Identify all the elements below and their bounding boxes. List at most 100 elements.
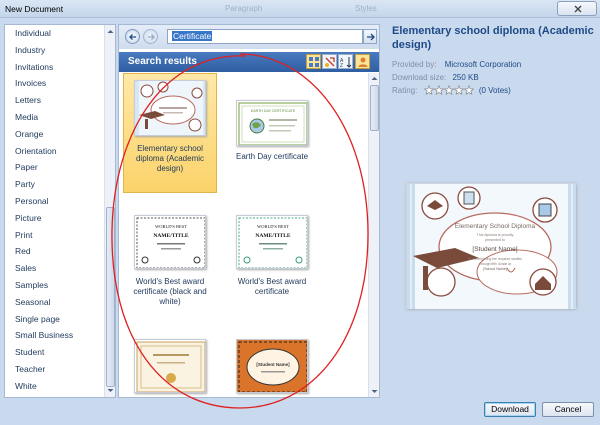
arrow-right-icon [148,34,155,40]
sidebar-item-party[interactable]: Party [5,176,105,193]
category-panel: Individual Industry Invitations Invoices Let… [4,24,116,398]
window-title: New Document [5,4,64,14]
earth-day-thumbnail-graphic: EARTH DAY CERTIFICATE [238,102,307,145]
sidebar-item-samples[interactable]: Samples [5,277,105,294]
title-bar: New Document Paragraph Styles [0,0,600,18]
template-tile-certificate-6[interactable]: [Student Name] [225,339,319,397]
template-tile-label: Earth Day certificate [235,152,309,161]
star-icon[interactable] [463,84,474,95]
back-button[interactable] [125,29,140,44]
template-tile-worlds-best-bw[interactable]: WORLD'S BEST NAME/TITLE World's Best awa… [123,215,217,325]
sort-alphabetical-button[interactable]: AZ [338,54,353,69]
template-thumbnail: WORLD'S BEST NAME/TITLE [236,215,308,269]
sidebar-item-media[interactable]: Media [5,109,105,126]
star-icon[interactable] [433,84,444,95]
search-go-button[interactable] [363,29,377,44]
worlds-best-bw-thumb-heading: WORLD'S BEST [155,224,187,229]
sidebar-item-single-page[interactable]: Single page [5,311,105,328]
diploma-thumbnail-graphic [135,81,205,135]
sidebar-item-personal[interactable]: Personal [5,193,105,210]
scroll-up-icon[interactable] [371,75,378,82]
preview-student: [Student Name] [472,246,517,253]
thumbnail-view-icon [309,57,319,67]
certificate-6-thumb-student: [Student Name] [256,362,290,367]
template-tile-elementary-diploma[interactable]: Elementary school diploma (Academic desi… [123,73,217,193]
certificate-5-thumbnail-graphic [136,341,205,392]
sidebar-item-small-business[interactable]: Small Business [5,327,105,344]
svg-text:Z: Z [340,63,343,68]
sidebar-item-print[interactable]: Print [5,227,105,244]
scroll-down-icon[interactable] [371,388,378,395]
rating-votes: (0 Votes) [478,86,511,96]
forward-button[interactable] [143,29,158,44]
view-thumbnails-button[interactable] [306,54,321,69]
star-icon[interactable] [443,84,454,95]
sidebar-item-paper[interactable]: Paper [5,159,105,176]
arrow-right-icon [367,33,375,41]
sidebar-item-invitations[interactable]: Invitations [5,59,105,76]
sidebar-item-invoices[interactable]: Invoices [5,75,105,92]
search-input-text: Certificate [172,31,213,41]
diploma-preview-graphic: Elementary School Diploma This diploma i… [407,184,576,309]
template-tile-earth-day[interactable]: EARTH DAY CERTIFICATE Earth Day certific… [225,73,319,193]
template-thumbnail: [Student Name] [236,339,308,393]
search-input[interactable]: Certificate [167,29,363,44]
download-size: Download size: 250 KB [392,73,479,82]
sidebar-item-industry[interactable]: Industry [5,42,105,59]
worlds-best-thumbnail-graphic: WORLD'S BEST NAME/TITLE [238,217,307,268]
background-label-paragraph: Paragraph [225,4,263,13]
category-scrollbar[interactable] [104,25,115,397]
sidebar-item-white[interactable]: White [5,378,105,395]
template-thumbnail [134,80,206,136]
close-icon [574,5,582,13]
preview-line4: through fifth Grade at [479,262,511,266]
sidebar-item-individual[interactable]: Individual [5,25,105,42]
sidebar-item-letters[interactable]: Letters [5,92,105,109]
sidebar-item-picture[interactable]: Picture [5,210,105,227]
rating-stars[interactable] [423,84,474,97]
navigation-bar: Certificate [119,25,379,49]
sort-az-icon: AZ [340,57,352,68]
template-thumbnail: WORLD'S BEST NAME/TITLE [134,215,206,269]
sidebar-item-red[interactable]: Red [5,243,105,260]
contributors-button[interactable] [355,54,370,69]
certificate-6-thumbnail-graphic: [Student Name] [237,340,307,392]
results-scroll-thumb[interactable] [370,85,379,131]
scroll-up-icon[interactable] [107,28,114,35]
sidebar-item-sales[interactable]: Sales [5,260,105,277]
template-thumbnail: EARTH DAY CERTIFICATE [236,100,308,146]
provided-by-label: Provided by: [392,60,437,69]
template-tile-worlds-best[interactable]: WORLD'S BEST NAME/TITLE World's Best awa… [225,215,319,325]
sort-by-button[interactable] [322,54,337,69]
sidebar-item-student[interactable]: Student [5,344,105,361]
results-panel: Certificate Search results AZ Elementary… [118,24,380,398]
template-thumbnail [134,339,206,393]
sidebar-item-orientation[interactable]: Orientation [5,143,105,160]
template-tile-label: Elementary school diploma (Academic desi… [135,144,205,173]
sidebar-item-seasonal[interactable]: Seasonal [5,294,105,311]
close-button[interactable] [557,1,597,16]
category-scroll-thumb[interactable] [106,207,115,387]
star-icon[interactable] [423,84,434,95]
rating-label: Rating: [392,86,418,96]
preview-heading: Elementary School Diploma [455,223,536,230]
results-scrollbar[interactable] [368,73,379,397]
preview-line3: For Completing the required studies [468,257,522,261]
worlds-best-thumb-name: NAME/TITLE [255,233,290,239]
category-list: Individual Industry Invitations Invoices Let… [5,25,105,395]
template-tile-certificate-5[interactable] [123,339,217,397]
template-preview: Elementary School Diploma This diploma i… [406,183,576,309]
arrow-left-icon [129,34,136,40]
rating: Rating: (0 Votes) [392,84,511,97]
star-icon[interactable] [453,84,464,95]
sidebar-item-orange[interactable]: Orange [5,126,105,143]
person-icon [358,57,368,67]
provider-link[interactable]: Microsoft Corporation [445,60,521,69]
cancel-button[interactable]: Cancel [542,402,594,417]
scroll-down-icon[interactable] [107,387,114,394]
sidebar-item-teacher[interactable]: Teacher [5,361,105,378]
results-grid: Elementary school diploma (Academic desi… [119,73,369,397]
download-button[interactable]: Download [484,402,536,417]
download-size-value: 250 KB [452,73,479,82]
background-label-styles: Styles [355,4,377,13]
